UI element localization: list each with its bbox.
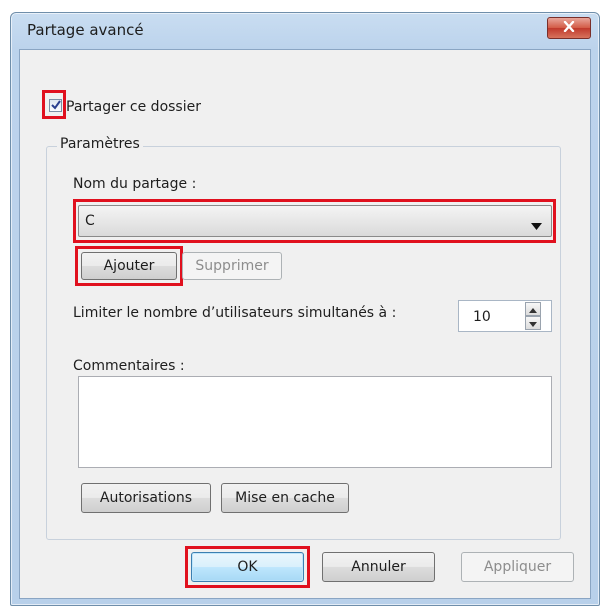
user-limit-value[interactable]: 10 (473, 309, 491, 325)
close-icon (563, 20, 575, 36)
advanced-sharing-dialog: Partage avancé Partager ce dossier Param… (10, 12, 600, 606)
title-bar[interactable]: Partage avancé (11, 13, 599, 49)
close-button[interactable] (547, 17, 591, 39)
caching-button[interactable]: Mise en cache (221, 483, 349, 513)
user-limit-label: Limiter le nombre d’utilisateurs simulta… (73, 305, 397, 321)
checkmark-icon (50, 99, 62, 115)
window-title: Partage avancé (27, 21, 144, 39)
remove-button[interactable]: Supprimer (182, 252, 282, 280)
share-name-combobox[interactable]: C (78, 205, 552, 237)
spin-down-button[interactable] (525, 316, 541, 330)
share-name-label: Nom du partage : (73, 176, 197, 192)
add-button[interactable]: Ajouter (81, 252, 177, 280)
dialog-client-area: Partager ce dossier Paramètres Nom du pa… (19, 49, 591, 599)
share-name-value: C (85, 213, 95, 229)
share-folder-checkbox[interactable] (49, 99, 62, 112)
settings-group-title: Paramètres (57, 136, 143, 152)
spin-up-button[interactable] (525, 302, 541, 316)
comments-textarea[interactable] (78, 376, 552, 468)
apply-button[interactable]: Appliquer (461, 552, 574, 582)
cancel-button[interactable]: Annuler (322, 552, 435, 582)
comments-label: Commentaires : (73, 358, 185, 374)
share-folder-label[interactable]: Partager ce dossier (66, 99, 201, 115)
ok-button[interactable]: OK (191, 552, 304, 582)
spin-down-icon (529, 315, 537, 331)
dropdown-arrow-icon[interactable] (531, 218, 542, 234)
permissions-button[interactable]: Autorisations (81, 483, 211, 513)
user-limit-spinbox[interactable]: 10 (458, 300, 552, 332)
